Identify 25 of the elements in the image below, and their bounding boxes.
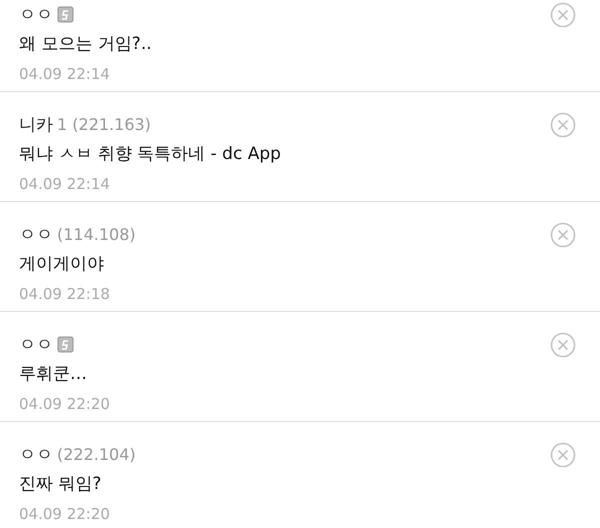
author-name: ㅇㅇ xyxy=(19,444,53,466)
comment-date: 04.09 22:14 xyxy=(19,174,111,195)
comment-text: 왜 모으는 거임?.. xyxy=(19,33,153,56)
author-name: ㅇㅇ xyxy=(19,224,53,246)
member-badge-icon xyxy=(57,336,74,352)
comment-text: 루휘쿤… xyxy=(19,363,88,386)
member-badge-icon xyxy=(57,6,74,22)
comment-text: 게이게이야 xyxy=(19,253,105,276)
comment-text: 진짜 뭐임? xyxy=(19,473,102,496)
close-icon[interactable] xyxy=(550,442,576,468)
comment-date: 04.09 22:20 xyxy=(19,394,111,415)
author-name: ㅇㅇ xyxy=(19,4,53,26)
close-icon[interactable] xyxy=(550,112,576,138)
author-ip: (114.108) xyxy=(57,224,136,244)
author-ip: 1 (221.163) xyxy=(57,114,151,134)
comment-date: 04.09 22:20 xyxy=(19,504,111,525)
close-icon[interactable] xyxy=(550,332,576,358)
comment-text: 뭐냐 ㅅㅂ 취향 독특하네 - dc App xyxy=(19,143,282,166)
author-ip: (222.104) xyxy=(57,444,136,464)
comment-date: 04.09 22:14 xyxy=(19,64,111,85)
author-name: 니카 xyxy=(19,114,53,136)
close-icon[interactable] xyxy=(550,222,576,248)
close-icon[interactable] xyxy=(550,2,576,28)
author-name: ㅇㅇ xyxy=(19,334,53,356)
comment-date: 04.09 22:18 xyxy=(19,284,111,305)
